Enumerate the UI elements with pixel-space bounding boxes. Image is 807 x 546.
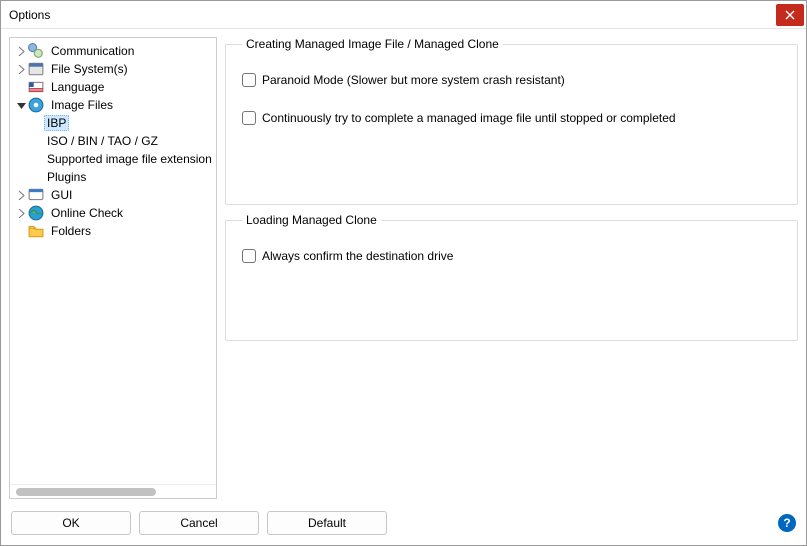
window-title: Options — [9, 8, 776, 22]
group-loading-managed-clone: Loading Managed Clone Always confirm the… — [225, 213, 798, 341]
content-pane: Creating Managed Image File / Managed Cl… — [225, 37, 798, 499]
group-legend: Creating Managed Image File / Managed Cl… — [242, 37, 503, 51]
nav-tree-panel: Communication File System(s) Language Im… — [9, 37, 217, 499]
tree-label: Plugins — [44, 169, 89, 185]
tree-label: Language — [48, 79, 107, 95]
folder-icon — [28, 223, 44, 239]
checkbox-label: Paranoid Mode (Slower but more system cr… — [262, 73, 565, 87]
checkbox[interactable] — [242, 73, 256, 87]
ok-button[interactable]: OK — [11, 511, 131, 535]
group-creating-managed: Creating Managed Image File / Managed Cl… — [225, 37, 798, 205]
nav-tree[interactable]: Communication File System(s) Language Im… — [10, 38, 216, 484]
tree-horizontal-scrollbar[interactable] — [10, 484, 216, 498]
dialog-body: Communication File System(s) Language Im… — [1, 29, 806, 507]
expander-icon[interactable] — [14, 65, 28, 74]
language-icon — [28, 79, 44, 95]
tree-label: Folders — [48, 223, 94, 239]
tree-label: Online Check — [48, 205, 126, 221]
image-files-icon — [28, 97, 44, 113]
cancel-button[interactable]: Cancel — [139, 511, 259, 535]
communication-icon — [28, 43, 44, 59]
tree-label: ISO / BIN / TAO / GZ — [44, 133, 161, 149]
tree-label: Communication — [48, 43, 137, 59]
expander-icon[interactable] — [14, 191, 28, 200]
help-button[interactable]: ? — [778, 514, 796, 532]
tree-label: File System(s) — [48, 61, 131, 77]
expander-icon[interactable] — [14, 101, 28, 110]
tree-label: GUI — [48, 187, 75, 203]
tree-item-supported-ext[interactable]: Supported image file extension — [10, 150, 216, 168]
tree-item-plugins[interactable]: Plugins — [10, 168, 216, 186]
close-icon — [785, 10, 795, 20]
titlebar: Options — [1, 1, 806, 29]
default-button[interactable]: Default — [267, 511, 387, 535]
globe-icon — [28, 205, 44, 221]
tree-item-ibp[interactable]: IBP — [10, 114, 216, 132]
expander-icon[interactable] — [14, 209, 28, 218]
checkbox-label: Continuously try to complete a managed i… — [262, 111, 676, 125]
checkbox-label: Always confirm the destination drive — [262, 249, 453, 263]
options-dialog: Options Communication File System(s) — [0, 0, 807, 546]
checkbox[interactable] — [242, 249, 256, 263]
option-paranoid-mode[interactable]: Paranoid Mode (Slower but more system cr… — [242, 73, 781, 87]
tree-item-online-check[interactable]: Online Check — [10, 204, 216, 222]
filesystem-icon — [28, 61, 44, 77]
button-bar: OK Cancel Default ? — [1, 507, 806, 545]
tree-label: IBP — [44, 115, 69, 131]
scrollbar-thumb[interactable] — [16, 488, 156, 496]
tree-item-iso-bin-tao-gz[interactable]: ISO / BIN / TAO / GZ — [10, 132, 216, 150]
close-button[interactable] — [776, 4, 804, 26]
checkbox[interactable] — [242, 111, 256, 125]
tree-item-file-systems[interactable]: File System(s) — [10, 60, 216, 78]
tree-item-gui[interactable]: GUI — [10, 186, 216, 204]
tree-item-folders[interactable]: Folders — [10, 222, 216, 240]
group-legend: Loading Managed Clone — [242, 213, 381, 227]
tree-item-language[interactable]: Language — [10, 78, 216, 96]
option-continuously-try[interactable]: Continuously try to complete a managed i… — [242, 111, 781, 125]
tree-label: Image Files — [48, 97, 116, 113]
tree-item-image-files[interactable]: Image Files — [10, 96, 216, 114]
expander-icon[interactable] — [14, 47, 28, 56]
tree-label: Supported image file extension — [44, 151, 215, 167]
gui-icon — [28, 187, 44, 203]
option-always-confirm-destination[interactable]: Always confirm the destination drive — [242, 249, 781, 263]
tree-item-communication[interactable]: Communication — [10, 42, 216, 60]
